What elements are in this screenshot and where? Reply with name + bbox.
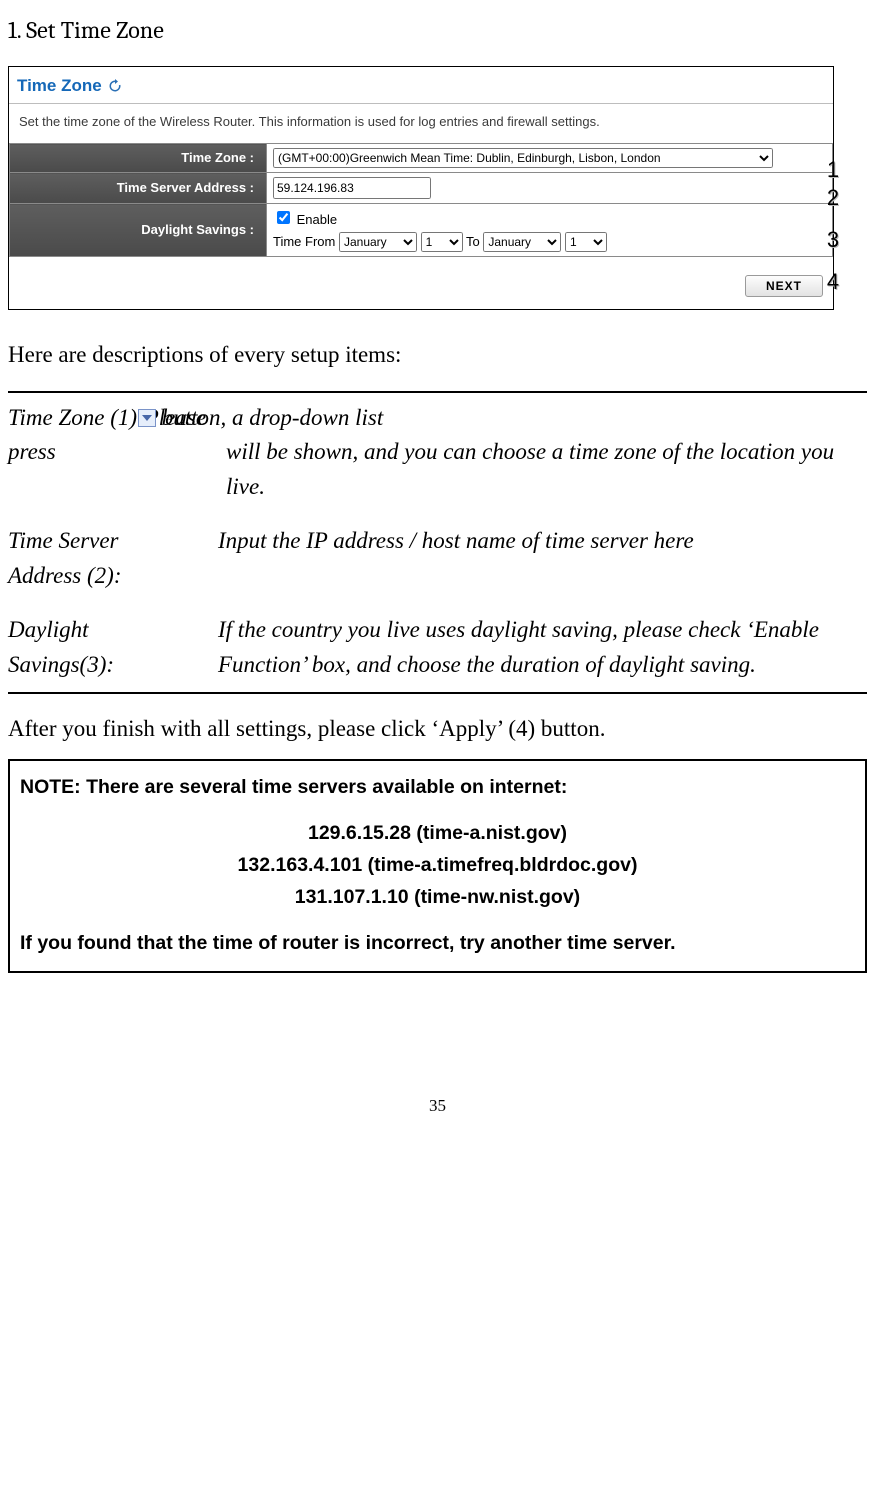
daylight-label: Daylight Savings : (10, 204, 267, 257)
tz-desc-text: button, a drop-down list will be shown, … (138, 401, 867, 505)
note-server-1: 129.6.15.28 (time-a.nist.gov) (20, 817, 855, 849)
descriptions-block: Time Zone (1):Please press button, a dro… (8, 391, 867, 695)
time-zone-label: Time Zone : (10, 144, 267, 173)
note-heading: NOTE: There are several time servers ava… (20, 771, 855, 803)
callout-3: 3 (823, 223, 843, 256)
day-to-select[interactable]: 1 (565, 232, 607, 252)
router-screenshot: Time Zone Set the time zone of the Wirel… (8, 66, 834, 310)
note-footer: If you found that the time of router is … (20, 927, 855, 959)
month-from-select[interactable]: January (339, 232, 417, 252)
time-zone-select[interactable]: (GMT+00:00)Greenwich Mean Time: Dublin, … (273, 148, 773, 168)
time-from-label: Time From (273, 234, 335, 249)
time-server-input[interactable] (273, 177, 431, 199)
panel-title: Time Zone (17, 73, 102, 99)
callout-4: 4 (823, 265, 843, 298)
settings-table: Time Zone : (GMT+00:00)Greenwich Mean Ti… (9, 143, 833, 257)
ds-desc-text: If the country you live uses daylight sa… (218, 613, 867, 682)
enable-label: Enable (297, 212, 337, 227)
next-button[interactable]: NEXT (745, 275, 823, 297)
day-from-select[interactable]: 1 (421, 232, 463, 252)
ts-desc-text: Input the IP address / host name of time… (218, 524, 867, 593)
note-box: NOTE: There are several time servers ava… (8, 759, 867, 974)
note-server-3: 131.107.1.10 (time-nw.nist.gov) (20, 881, 855, 913)
refresh-icon (108, 79, 122, 93)
ts-desc-label: Time Server Address (2): (8, 524, 218, 593)
section-heading: 1. Set Time Zone (8, 12, 867, 48)
ds-desc-label: Daylight Savings(3): (8, 613, 218, 682)
page-number: 35 (8, 1093, 867, 1119)
dropdown-icon (138, 409, 156, 427)
time-server-label: Time Server Address : (10, 173, 267, 204)
to-label: To (466, 234, 480, 249)
callout-2: 2 (823, 181, 843, 214)
note-server-2: 132.163.4.101 (time-a.timefreq.bldrdoc.g… (20, 849, 855, 881)
enable-daylight-checkbox[interactable] (277, 211, 290, 224)
month-to-select[interactable]: January (483, 232, 561, 252)
panel-description: Set the time zone of the Wireless Router… (9, 112, 833, 144)
intro-line: Here are descriptions of every setup ite… (8, 338, 867, 373)
after-line: After you finish with all settings, plea… (8, 712, 867, 747)
